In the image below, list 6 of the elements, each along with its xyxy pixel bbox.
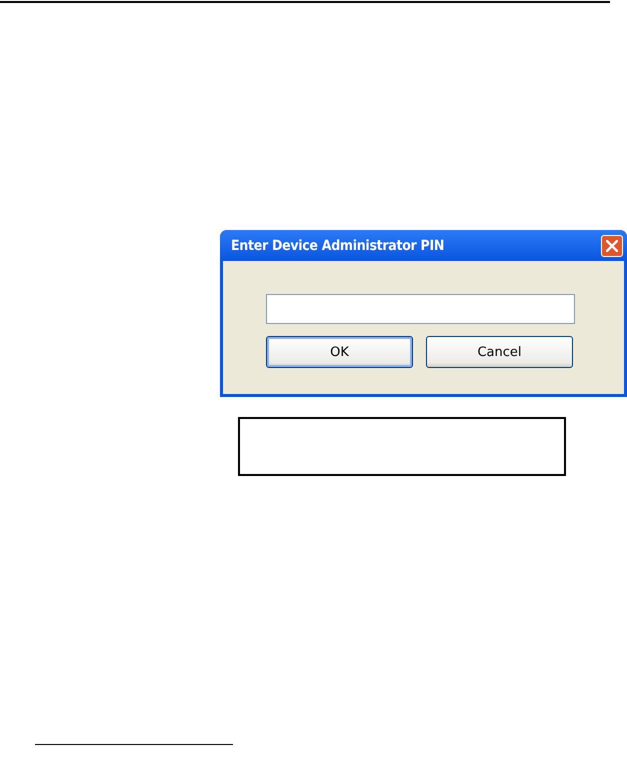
pin-field[interactable] xyxy=(266,294,575,324)
ok-button[interactable]: OK xyxy=(266,336,413,368)
close-button[interactable] xyxy=(601,234,623,256)
window-title: Enter Device Administrator PIN xyxy=(231,238,444,254)
cancel-button[interactable]: Cancel xyxy=(426,336,573,368)
close-icon xyxy=(606,240,618,252)
